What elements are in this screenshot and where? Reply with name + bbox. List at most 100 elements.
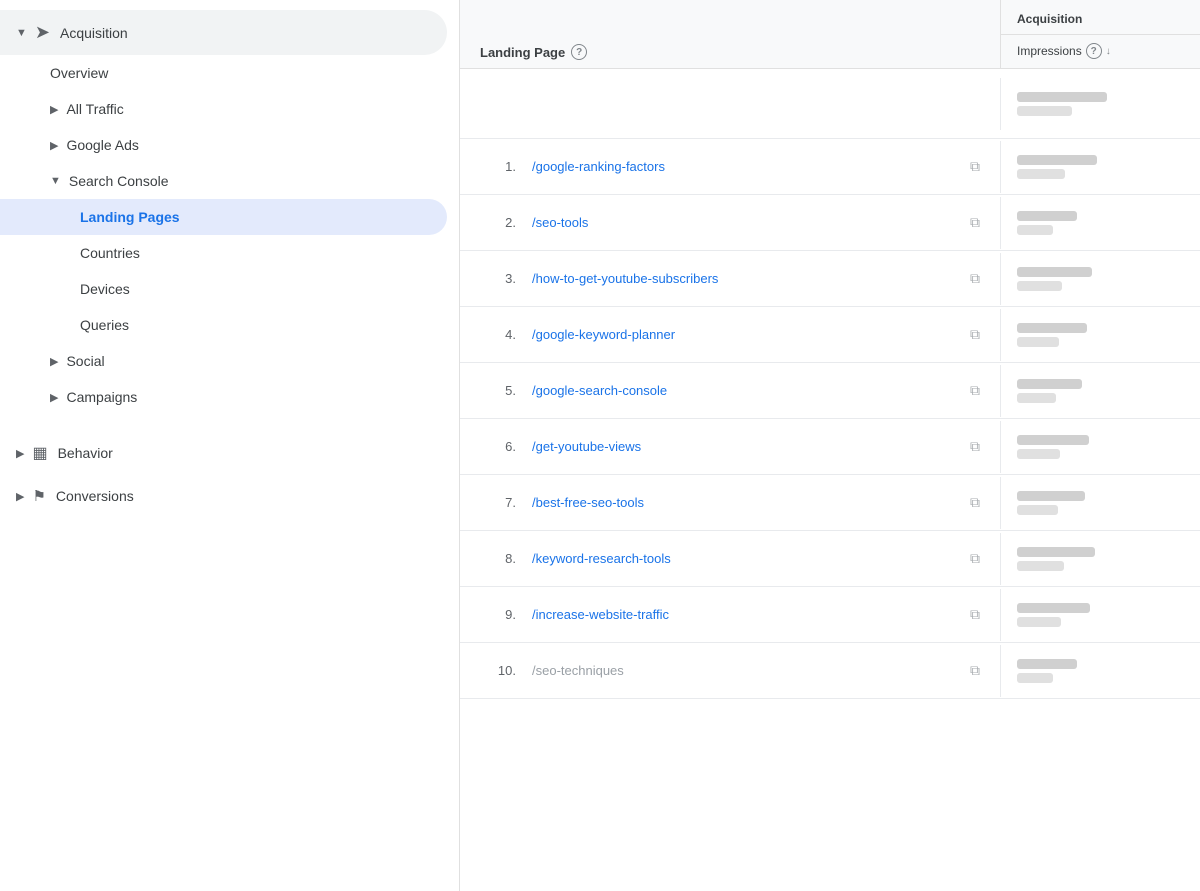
sidebar-landingpages-label: Landing Pages [80,209,180,225]
sidebar-item-devices[interactable]: Devices [0,271,459,307]
redacted-value [1017,603,1184,627]
value-cell [1000,421,1200,473]
copy-icon[interactable]: ⧉ [970,382,980,399]
sidebar-overview-label: Overview [50,65,108,81]
table-row: 6. /get-youtube-views ⧉ [460,419,1200,475]
chevron-down-icon: ▼ [50,175,61,187]
conversions-icon: ⚑ [32,487,45,505]
value-cell [1000,589,1200,641]
column-acquisition: Acquisition Impressions ? ↓ [1000,0,1200,68]
sidebar-item-queries[interactable]: Queries [0,307,459,343]
landing-cell: 6. /get-youtube-views ⧉ [460,424,1000,469]
sidebar-item-search-console[interactable]: ▼ Search Console [0,163,459,199]
landing-page-help-icon[interactable]: ? [571,44,587,60]
redacted-bar [1017,603,1090,613]
landing-link[interactable]: /google-search-console [532,383,962,398]
redacted-bar [1017,281,1062,291]
copy-icon[interactable]: ⧉ [970,550,980,567]
landing-link[interactable]: /increase-website-traffic [532,607,962,622]
sort-down-icon[interactable]: ↓ [1106,46,1111,57]
landing-link[interactable]: /keyword-research-tools [532,551,962,566]
sidebar-countries-label: Countries [80,245,140,261]
redacted-bar [1017,673,1053,683]
copy-icon[interactable]: ⧉ [970,494,980,511]
redacted-bar [1017,379,1082,389]
sidebar: ▼ ➤ Acquisition Overview ▶ All Traffic ▶… [0,0,460,891]
aggregate-landing-cell [460,90,1000,118]
sidebar-conversions-label: Conversions [56,488,134,504]
copy-icon[interactable]: ⧉ [970,214,980,231]
landing-cell: 7. /best-free-seo-tools ⧉ [460,480,1000,525]
copy-icon[interactable]: ⧉ [970,326,980,343]
landing-cell: 1. /google-ranking-factors ⧉ [460,144,1000,189]
chevron-right-icon: ▶ [50,103,58,116]
copy-icon[interactable]: ⧉ [970,270,980,287]
row-number: 8. [480,551,516,566]
landing-link[interactable]: /google-keyword-planner [532,327,962,342]
acquisition-group-header: Acquisition [1001,0,1200,35]
impressions-help-icon[interactable]: ? [1086,43,1102,59]
sidebar-item-acquisition[interactable]: ▼ ➤ Acquisition [0,10,447,55]
sidebar-item-conversions[interactable]: ▶ ⚑ Conversions [0,475,459,517]
redacted-value [1017,155,1184,179]
redacted-bar [1017,337,1059,347]
chevron-right-icon: ▶ [50,355,58,368]
redacted-bar [1017,561,1064,571]
column-landing-page: Landing Page ? [460,0,1000,68]
row-number: 9. [480,607,516,622]
main-content: Landing Page ? Acquisition Impressions ?… [460,0,1200,891]
landing-cell: 9. /increase-website-traffic ⧉ [460,592,1000,637]
aggregate-value-cell [1000,78,1200,130]
table-row: 10. /seo-techniques ⧉ [460,643,1200,699]
chevron-right-icon: ▶ [50,391,58,404]
redacted-value [1017,435,1184,459]
redacted-bar [1017,659,1077,669]
sidebar-item-google-ads[interactable]: ▶ Google Ads [0,127,459,163]
sidebar-item-behavior[interactable]: ▶ ▦ Behavior [0,431,459,475]
table-row: 8. /keyword-research-tools ⧉ [460,531,1200,587]
sidebar-item-social[interactable]: ▶ Social [0,343,459,379]
value-cell [1000,645,1200,697]
redacted-value [1017,379,1184,403]
redacted-value [1017,211,1184,235]
row-number: 5. [480,383,516,398]
landing-link[interactable]: /google-ranking-factors [532,159,962,174]
landing-cell: 10. /seo-techniques ⧉ [460,648,1000,693]
landing-link[interactable]: /best-free-seo-tools [532,495,962,510]
landing-link[interactable]: /how-to-get-youtube-subscribers [532,271,962,286]
sidebar-item-overview[interactable]: Overview [0,55,459,91]
table-row: 2. /seo-tools ⧉ [460,195,1200,251]
landing-link[interactable]: /seo-tools [532,215,962,230]
redacted-bar [1017,393,1056,403]
sidebar-item-countries[interactable]: Countries [0,235,459,271]
row-number: 1. [480,159,516,174]
impressions-subheader[interactable]: Impressions ? ↓ [1001,35,1200,67]
sidebar-item-campaigns[interactable]: ▶ Campaigns [0,379,459,415]
landing-link[interactable]: /get-youtube-views [532,439,962,454]
copy-icon[interactable]: ⧉ [970,606,980,623]
copy-icon[interactable]: ⧉ [970,158,980,175]
sidebar-item-landing-pages[interactable]: Landing Pages [0,199,447,235]
row-number: 6. [480,439,516,454]
landing-cell: 2. /seo-tools ⧉ [460,200,1000,245]
redacted-bar [1017,92,1107,102]
row-number: 7. [480,495,516,510]
value-cell [1000,533,1200,585]
redacted-bar [1017,225,1053,235]
redacted-value [1017,323,1184,347]
redacted-bar [1017,491,1085,501]
behavior-icon: ▦ [32,443,47,463]
acquisition-icon: ➤ [35,22,50,43]
copy-icon[interactable]: ⧉ [970,662,980,679]
chevron-right-icon: ▶ [50,139,58,152]
row-number: 10. [480,663,516,678]
sidebar-item-all-traffic[interactable]: ▶ All Traffic [0,91,459,127]
landing-link[interactable]: /seo-techniques [532,663,962,678]
table-row: 3. /how-to-get-youtube-subscribers ⧉ [460,251,1200,307]
redacted-bar [1017,323,1087,333]
value-cell [1000,141,1200,193]
copy-icon[interactable]: ⧉ [970,438,980,455]
table-row: 1. /google-ranking-factors ⧉ [460,139,1200,195]
landing-cell: 5. /google-search-console ⧉ [460,368,1000,413]
redacted-bar [1017,435,1089,445]
